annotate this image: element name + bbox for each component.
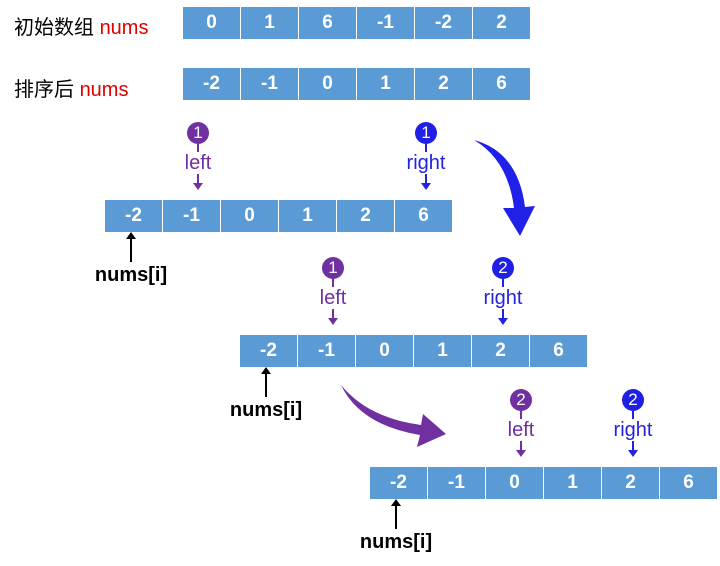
transition-arrows [341, 140, 535, 447]
purple-curved-arrow [341, 385, 446, 447]
blue-curved-arrow [474, 140, 535, 236]
